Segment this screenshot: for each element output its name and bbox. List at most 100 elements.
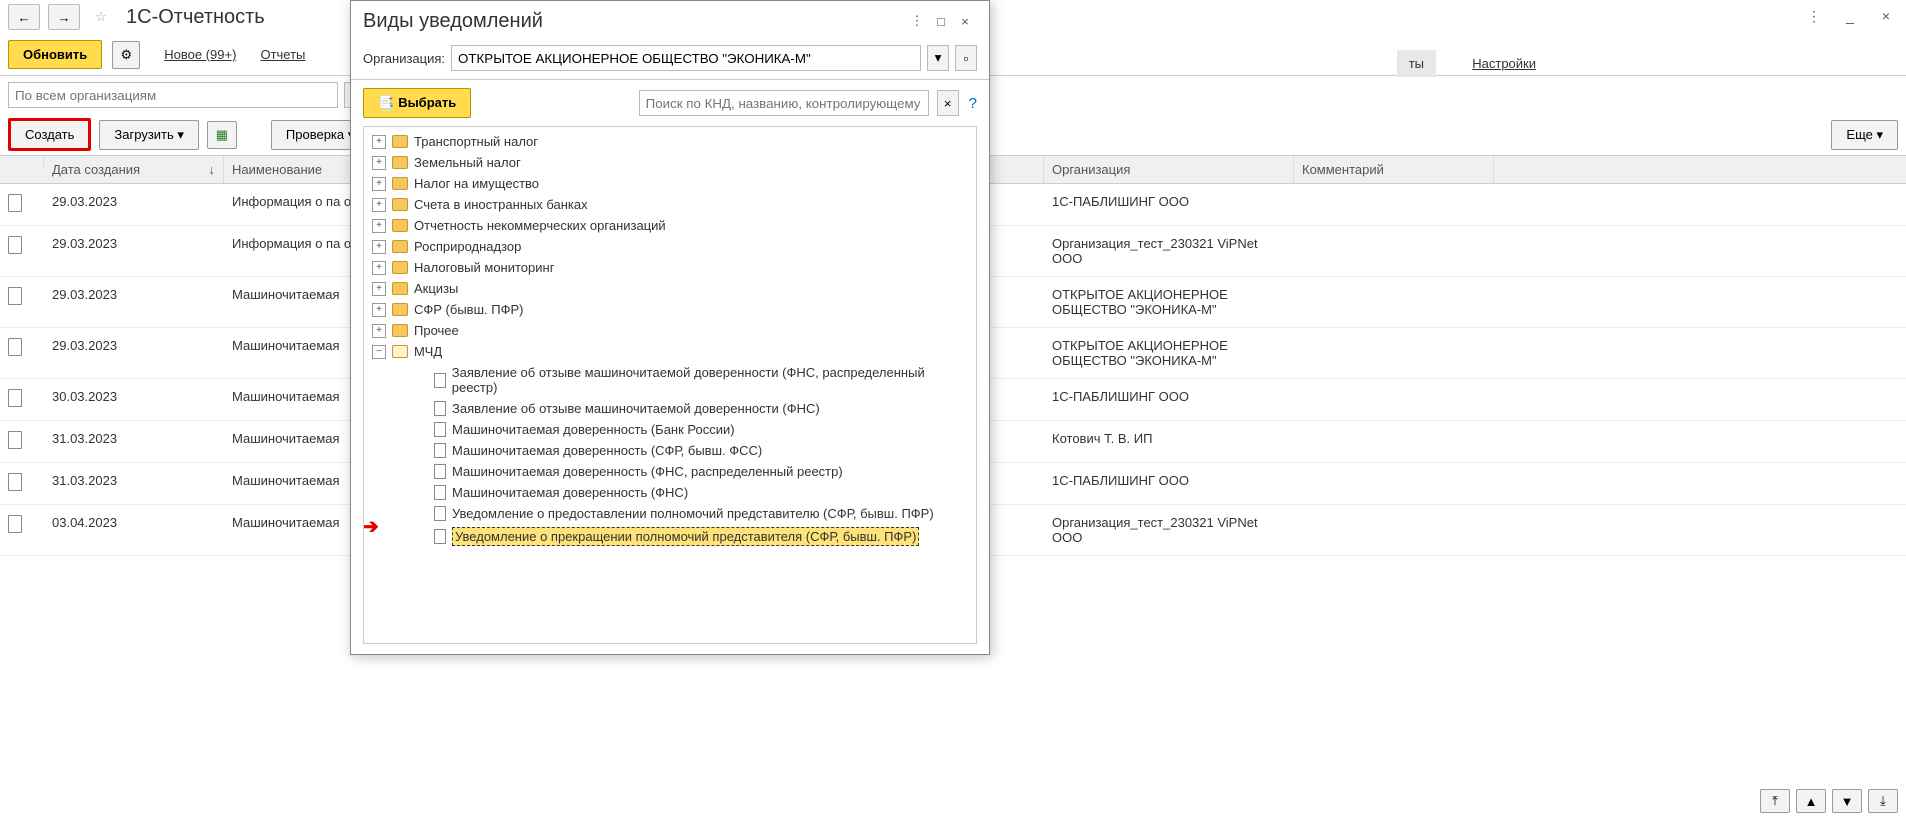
sort-down-icon: ↓	[209, 162, 216, 177]
tree-folder-open[interactable]: − МЧД	[364, 341, 976, 362]
dialog-close-icon[interactable]: ×	[953, 9, 977, 33]
folder-icon	[392, 219, 408, 232]
link-notifications[interactable]: ты	[1397, 50, 1436, 77]
tree-folder[interactable]: + Транспортный налог	[364, 131, 976, 152]
cell-org: Организация_тест_230321 ViPNet ООО	[1044, 226, 1294, 276]
cell-comment	[1294, 421, 1494, 441]
folder-label: Счета в иностранных банках	[414, 197, 588, 212]
window-menu-icon[interactable]: ⋮	[1802, 4, 1826, 28]
scroll-down-button[interactable]: ▼	[1832, 789, 1862, 813]
folder-label: Налоговый мониторинг	[414, 260, 554, 275]
folder-label: Росприроднадзор	[414, 239, 521, 254]
collapse-icon[interactable]: −	[372, 345, 386, 359]
item-label: Уведомление о предоставлении полномочий …	[452, 506, 934, 521]
org-input[interactable]	[451, 45, 921, 71]
expand-icon[interactable]: +	[372, 261, 386, 275]
document-icon	[8, 194, 22, 212]
tree-folder[interactable]: + Счета в иностранных банках	[364, 194, 976, 215]
window-close-icon[interactable]: ×	[1874, 4, 1898, 28]
folder-label: Прочее	[414, 323, 459, 338]
search-input[interactable]	[639, 90, 929, 116]
help-icon[interactable]: ?	[969, 95, 977, 112]
favorite-star-icon[interactable]: ☆	[88, 4, 114, 30]
scroll-top-button[interactable]: ⤒	[1760, 789, 1790, 813]
tree-folder[interactable]: +Отчетность некоммерческих организаций	[364, 215, 976, 236]
expand-icon[interactable]: +	[372, 240, 386, 254]
tree-folder[interactable]: +Земельный налог	[364, 152, 976, 173]
nav-forward-button[interactable]: →	[48, 4, 80, 30]
file-icon	[434, 529, 446, 544]
file-icon	[434, 422, 446, 437]
select-button[interactable]: 📑Выбрать	[363, 88, 471, 118]
scroll-footer: ⤒ ▲ ▼ ⤓	[1760, 789, 1898, 813]
tree-item[interactable]: Машиночитаемая доверенность (Банк России…	[364, 419, 976, 440]
folder-label: Транспортный налог	[414, 134, 538, 149]
tree-item[interactable]: Машиночитаемая доверенность (ФНС, распре…	[364, 461, 976, 482]
col-date[interactable]: Дата создания	[52, 162, 140, 177]
folder-label: СФР (бывш. ПФР)	[414, 302, 523, 317]
link-settings[interactable]: Настройки	[1472, 56, 1536, 71]
expand-icon[interactable]: +	[372, 156, 386, 170]
cell-date: 31.03.2023	[44, 421, 224, 456]
expand-icon[interactable]: +	[372, 177, 386, 191]
excel-export-button[interactable]: ▦	[207, 121, 237, 149]
cell-date: 29.03.2023	[44, 277, 224, 312]
org-label: Организация:	[363, 51, 445, 66]
nav-back-button[interactable]: ←	[8, 4, 40, 30]
link-reports[interactable]: Отчеты	[260, 47, 305, 62]
col-comment[interactable]: Комментарий	[1302, 162, 1384, 177]
folder-open-icon	[392, 345, 408, 358]
item-label: Уведомление о прекращении полномочий пре…	[452, 527, 919, 546]
tree-folder[interactable]: + Прочее	[364, 320, 976, 341]
expand-icon[interactable]: +	[372, 198, 386, 212]
refresh-button[interactable]: Обновить	[8, 40, 102, 69]
cell-date: 29.03.2023	[44, 226, 224, 261]
tree-item-highlighted[interactable]: ➔Уведомление о прекращении полномочий пр…	[364, 524, 976, 549]
dialog-menu-icon[interactable]: ⋮	[905, 9, 929, 33]
folder-label: МЧД	[414, 344, 442, 359]
expand-icon[interactable]: +	[372, 324, 386, 338]
cell-comment	[1294, 463, 1494, 483]
item-label: Машиночитаемая доверенность (ФНС)	[452, 485, 688, 500]
more-button[interactable]: Еще ▾	[1831, 120, 1898, 150]
tree-item[interactable]: Заявление об отзыве машиночитаемой довер…	[364, 398, 976, 419]
tree-folder[interactable]: +Налог на имущество	[364, 173, 976, 194]
tree-item[interactable]: Уведомление о предоставлении полномочий …	[364, 503, 976, 524]
link-new[interactable]: Новое (99+)	[164, 47, 236, 62]
select-icon: 📑	[378, 95, 394, 110]
file-icon	[434, 443, 446, 458]
expand-icon[interactable]: +	[372, 303, 386, 317]
org-dropdown-button[interactable]: ▾	[927, 45, 949, 71]
col-name[interactable]: Наименование	[232, 162, 322, 177]
folder-icon	[392, 240, 408, 253]
expand-icon[interactable]: +	[372, 135, 386, 149]
tree-folder[interactable]: +Акцизы	[364, 278, 976, 299]
folder-icon	[392, 324, 408, 337]
col-org[interactable]: Организация	[1052, 162, 1130, 177]
tree-folder[interactable]: + Росприроднадзор	[364, 236, 976, 257]
gear-button[interactable]: ⚙	[112, 41, 140, 69]
tree-folder[interactable]: + Налоговый мониторинг	[364, 257, 976, 278]
dialog-maximize-icon[interactable]: □	[929, 9, 953, 33]
tree-folder[interactable]: + СФР (бывш. ПФР)	[364, 299, 976, 320]
tree-item[interactable]: Заявление об отзыве машиночитаемой довер…	[364, 362, 976, 398]
search-clear-button[interactable]: ×	[937, 90, 959, 116]
scroll-up-button[interactable]: ▲	[1796, 789, 1826, 813]
load-button[interactable]: Загрузить ▾	[99, 120, 199, 150]
document-icon	[8, 473, 22, 491]
cell-org: 1С-ПАБЛИШИНГ ООО	[1044, 184, 1294, 219]
expand-icon[interactable]: +	[372, 282, 386, 296]
cell-date: 29.03.2023	[44, 328, 224, 363]
tree-view[interactable]: +Транспортный налог+Земельный налог+Нало…	[363, 126, 977, 644]
window-minimize-icon[interactable]: _	[1838, 4, 1862, 28]
expand-icon[interactable]: +	[372, 219, 386, 233]
tree-item[interactable]: Машиночитаемая доверенность (ФНС)	[364, 482, 976, 503]
org-filter-input[interactable]	[8, 82, 338, 108]
tree-item[interactable]: Машиночитаемая доверенность (СФР, бывш. …	[364, 440, 976, 461]
scroll-bottom-button[interactable]: ⤓	[1868, 789, 1898, 813]
create-button[interactable]: Создать	[8, 118, 91, 151]
org-open-button[interactable]: ▫	[955, 45, 977, 71]
cell-date: 03.04.2023	[44, 505, 224, 540]
folder-icon	[392, 303, 408, 316]
file-icon	[434, 373, 446, 388]
